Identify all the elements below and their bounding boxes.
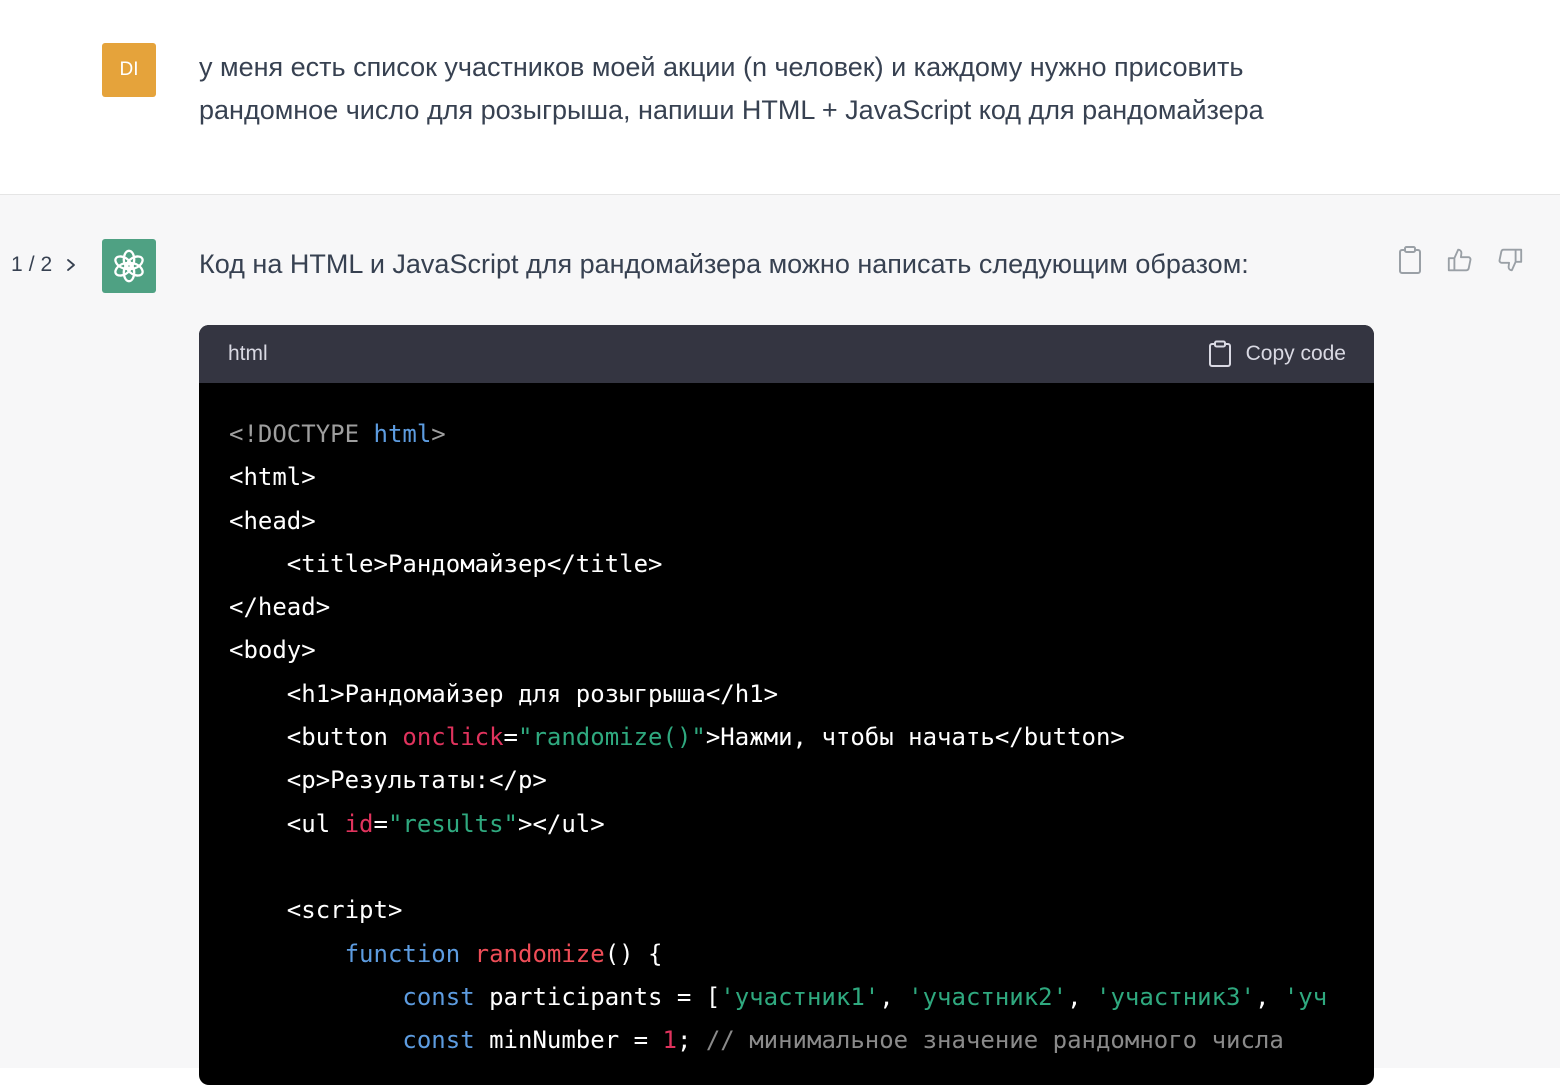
code-token: const: [402, 1026, 490, 1055]
user-avatar: DI: [102, 43, 156, 97]
code-block: html Copy code <!DOCTYPE html> <html> <hea…: [199, 325, 1374, 1085]
copy-code-label: Copy code: [1245, 342, 1346, 365]
code-token: "randomize()": [518, 723, 706, 752]
code-line: <body>: [229, 629, 1344, 672]
code-line: <!DOCTYPE html>: [229, 413, 1344, 456]
code-token: "results": [387, 809, 518, 838]
code-token: ,: [879, 982, 909, 1011]
code-line: <p>Результаты:</p>: [229, 759, 1344, 802]
copy-icon[interactable]: [1396, 245, 1424, 275]
code-line: const participants = ['участник1', 'учас…: [229, 976, 1344, 1019]
code-token: <title>Рандомайзер</title>: [286, 549, 663, 578]
code-token: const: [402, 982, 490, 1011]
response-pager: 1 / 2: [11, 253, 78, 277]
code-token: <body>: [229, 636, 316, 665]
pager-separator: /: [28, 253, 35, 276]
code-token: 'участник2': [908, 982, 1068, 1011]
code-line: </head>: [229, 586, 1344, 629]
code-token: <h1>Рандомайзер для розыгрыша</h1>: [286, 679, 779, 708]
code-token: <p>Результаты:</p>: [286, 766, 547, 795]
code-token: function: [344, 939, 475, 968]
code-token: <script>: [286, 896, 403, 925]
user-message-text: у меня есть список участников моей акции…: [199, 52, 1264, 125]
code-token: ></ul>: [518, 809, 605, 838]
code-line: const minNumber = 1; // минимальное знач…: [229, 1019, 1344, 1062]
code-token: <html>: [229, 463, 316, 492]
code-content: <!DOCTYPE html> <html> <head> <title>Рандо…: [199, 383, 1374, 1062]
code-token: id: [344, 809, 374, 838]
code-token: 'участник1': [720, 982, 880, 1011]
code-line: <h1>Рандомайзер для розыгрыша</h1>: [229, 673, 1344, 716]
code-line: <button onclick="randomize()">Нажми, что…: [229, 716, 1344, 759]
message-actions: [1396, 245, 1524, 275]
code-token: =: [373, 809, 388, 838]
thumbs-down-icon[interactable]: [1496, 245, 1524, 275]
assistant-message-row: 1 / 2 Код на HTML и JavaScript для рандо…: [0, 195, 1560, 1085]
assistant-avatar: [102, 239, 156, 293]
code-language-label: html: [228, 342, 268, 365]
pager-current: 1: [11, 253, 23, 276]
code-token: randomize: [474, 939, 605, 968]
code-token: () {: [604, 939, 663, 968]
code-token: <!DOCTYPE: [229, 420, 374, 448]
user-message-row: DI у меня есть список участников моей ак…: [0, 0, 1560, 195]
clipboard-icon: [1208, 340, 1232, 368]
code-token: 'уч: [1283, 982, 1328, 1011]
code-token: ,: [1067, 982, 1096, 1011]
code-token: // минимальное значение рандомного числа: [705, 1026, 1284, 1055]
code-token: ;: [676, 1026, 706, 1055]
thumbs-up-icon[interactable]: [1446, 245, 1474, 275]
code-line: <ul id="results"></ul>: [229, 803, 1344, 846]
code-token: >: [431, 420, 446, 448]
pager-total: 2: [40, 253, 53, 276]
code-token: <head>: [229, 506, 316, 535]
code-token: 'участник3': [1096, 982, 1255, 1011]
code-token: ,: [1254, 982, 1284, 1011]
openai-logo-icon: [110, 247, 148, 285]
assistant-intro-text: Код на HTML и JavaScript для рандомайзер…: [199, 249, 1249, 279]
code-token: <ul: [286, 809, 345, 838]
code-token: <button: [286, 723, 403, 752]
copy-code-button[interactable]: Copy code: [1208, 340, 1346, 368]
code-token: onclick: [402, 723, 504, 752]
code-line: <script>: [229, 889, 1344, 932]
code-block-header: html Copy code: [199, 325, 1374, 383]
code-token: </head>: [229, 593, 331, 622]
code-token: html: [373, 420, 432, 448]
code-token: minNumber =: [489, 1026, 663, 1055]
code-token: =: [503, 723, 518, 752]
code-line: <head>: [229, 500, 1344, 543]
chevron-right-icon[interactable]: [58, 258, 78, 272]
code-token: >Нажми, чтобы начать</button>: [705, 723, 1125, 752]
code-token: participants = [: [489, 982, 721, 1011]
code-line: <html>: [229, 456, 1344, 499]
code-token: 1: [662, 1026, 677, 1055]
code-line: ​: [229, 846, 1344, 889]
code-line: <title>Рандомайзер</title>: [229, 543, 1344, 586]
user-avatar-initials: DI: [119, 59, 139, 80]
code-line: function randomize() {: [229, 933, 1344, 976]
